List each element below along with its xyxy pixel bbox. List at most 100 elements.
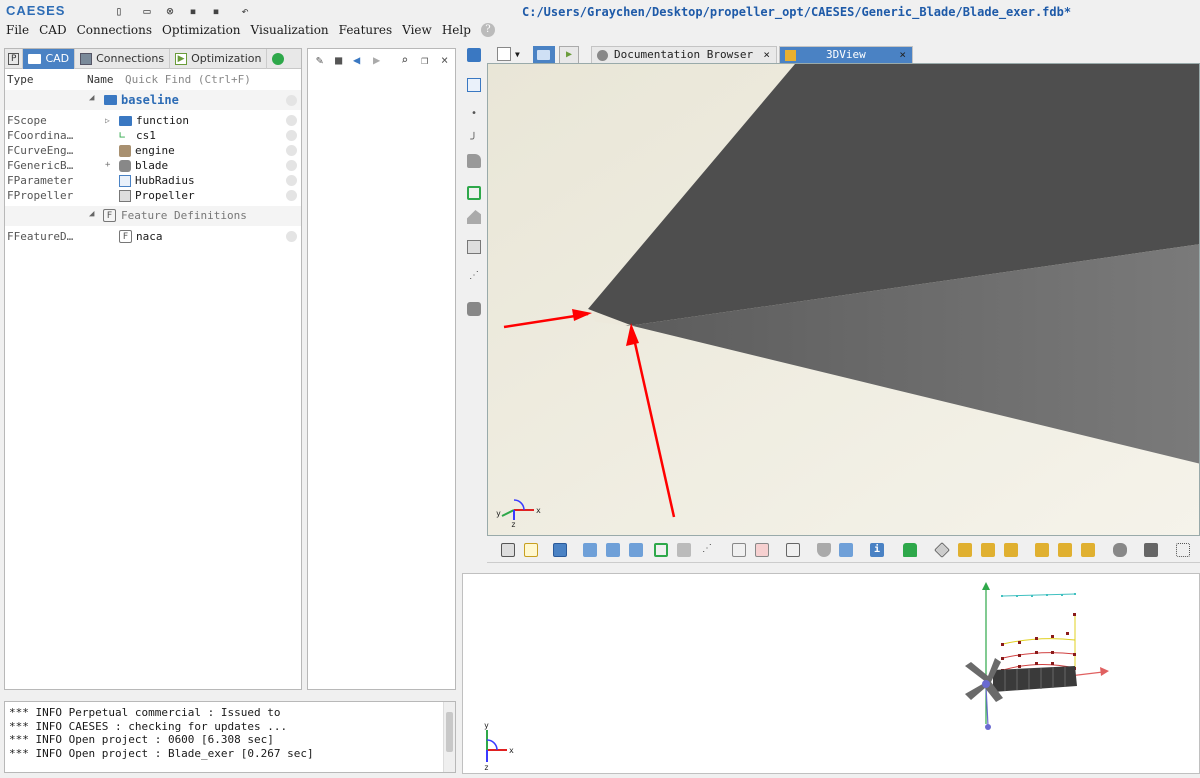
fit-icon[interactable] (524, 543, 538, 557)
stop-icon[interactable]: ■ (335, 53, 342, 67)
select-icon[interactable] (553, 543, 567, 557)
tree-row[interactable]: FCurveEng… engine (5, 143, 301, 158)
menu-help[interactable]: Help (442, 23, 471, 41)
help-icon[interactable] (286, 160, 297, 171)
chevron-down-icon[interactable]: ▼ (515, 50, 520, 59)
point-icon[interactable]: • (467, 108, 481, 122)
curve-icon[interactable]: ╯ (467, 132, 481, 146)
dotted-line-icon[interactable]: ⋰ (467, 270, 481, 284)
expand-arrow-icon[interactable]: ◢ (89, 93, 94, 103)
group-feature-definitions[interactable]: ◢ F Feature Definitions (5, 206, 301, 226)
expand-plus-icon[interactable]: + (105, 158, 110, 173)
target-icon[interactable] (501, 543, 515, 557)
surface-filter-icon[interactable] (629, 543, 643, 557)
quick-find-input[interactable]: Quick Find (Ctrl+F) (125, 73, 251, 86)
group-baseline[interactable]: ◢ baseline (5, 90, 301, 110)
tab-connections[interactable]: Connections (75, 48, 171, 69)
mesh-icon[interactable] (467, 240, 481, 254)
tab-3dview[interactable]: 3DView × (779, 46, 913, 64)
orbit-icon[interactable] (1113, 543, 1127, 557)
layout-icon[interactable] (497, 47, 511, 61)
save-as-icon[interactable]: ▪ (209, 4, 223, 18)
copy-icon[interactable]: ❐ (421, 53, 428, 67)
tab-documentation-browser[interactable]: Documentation Browser × (591, 46, 777, 64)
close-icon[interactable]: × (899, 47, 906, 63)
name-column-header[interactable]: Name (87, 73, 114, 86)
shape-icon[interactable] (467, 186, 481, 200)
overview-scene[interactable]: x y z (463, 574, 1200, 775)
menu-features[interactable]: Features (339, 23, 392, 41)
forward-icon[interactable]: ▶ (373, 53, 380, 67)
menu-optimization[interactable]: Optimization (162, 23, 241, 41)
tree-row[interactable]: FScope ▷ function (5, 113, 301, 128)
dotted-filter-icon[interactable]: ⋰ (700, 543, 714, 557)
help-icon[interactable] (286, 130, 297, 141)
tree-row[interactable]: FFeatureD… Fnaca (5, 229, 301, 244)
menu-visualization[interactable]: Visualization (251, 23, 329, 41)
info-icon[interactable]: i (870, 543, 884, 557)
run-button[interactable]: ▶ (559, 46, 579, 64)
close-icon[interactable]: × (441, 53, 448, 67)
type-column-header[interactable]: Type (7, 73, 34, 86)
cad-view-button[interactable] (533, 46, 555, 64)
help-icon[interactable]: ? (480, 23, 495, 37)
console-output[interactable]: *** INFO Perpetual commercial : Issued t… (4, 701, 456, 773)
undo-icon[interactable]: ↶ (238, 4, 252, 18)
shield-icon[interactable] (817, 543, 831, 557)
view-neg-z-icon[interactable] (1081, 543, 1095, 557)
camera-icon[interactable] (1144, 543, 1158, 557)
coordinate-system-icon[interactable] (839, 543, 853, 557)
close-project-icon[interactable]: ⊗ (163, 4, 177, 18)
point-filter-icon[interactable] (583, 543, 597, 557)
close-icon[interactable]: × (763, 47, 770, 63)
menu-view[interactable]: View (402, 23, 432, 41)
tree-row[interactable]: FGenericB… + blade (5, 158, 301, 173)
grid-layout-icon[interactable] (786, 543, 800, 557)
menu-file[interactable]: File (6, 23, 29, 41)
3d-viewport[interactable]: x y z (487, 63, 1200, 536)
parameter-icon[interactable] (467, 78, 481, 92)
back-icon[interactable]: ◀ (353, 53, 360, 67)
menu-connections[interactable]: Connections (77, 23, 152, 41)
view-x-icon[interactable] (958, 543, 972, 557)
shape-filter-icon[interactable] (654, 543, 668, 557)
console-scrollbar[interactable] (443, 702, 455, 772)
help-icon[interactable] (286, 175, 297, 186)
tree-row[interactable]: FParameter HubRadius (5, 173, 301, 188)
feature-run-icon[interactable] (467, 302, 481, 316)
help-icon[interactable] (286, 145, 297, 156)
save-icon[interactable]: ▪ (186, 4, 200, 18)
tree-row[interactable]: FPropeller Propeller (5, 188, 301, 203)
view-neg-x-icon[interactable] (1035, 543, 1049, 557)
view-z-icon[interactable] (1004, 543, 1018, 557)
view-y-icon[interactable] (981, 543, 995, 557)
expand-arrow-icon[interactable]: ◢ (89, 209, 94, 219)
solid-icon[interactable] (467, 210, 481, 224)
expand-arrow-icon[interactable]: ▷ (105, 113, 110, 128)
solid-filter-icon[interactable] (677, 543, 691, 557)
3d-scene[interactable]: x y z (488, 64, 1200, 536)
curve-filter-icon[interactable] (606, 543, 620, 557)
lock-icon[interactable] (903, 543, 917, 557)
tab-optimization[interactable]: ▶ Optimization (170, 48, 268, 69)
layout-icon[interactable]: ▯ (112, 4, 126, 18)
cube-icon[interactable] (934, 542, 950, 558)
clip-icon[interactable] (755, 543, 769, 557)
pin-icon[interactable]: ✎ (316, 53, 323, 67)
help-icon[interactable] (286, 95, 297, 106)
view-neg-y-icon[interactable] (1058, 543, 1072, 557)
folder-icon[interactable] (467, 48, 481, 62)
section-icon[interactable] (732, 543, 746, 557)
tree-row[interactable]: FCoordina… ∟ cs1 (5, 128, 301, 143)
menu-cad[interactable]: CAD (39, 23, 66, 41)
grid-icon[interactable] (1176, 543, 1190, 557)
search-icon[interactable]: ⌕ (401, 53, 408, 67)
overview-viewport[interactable]: x y z (462, 573, 1200, 774)
help-icon[interactable] (286, 115, 297, 126)
tab-cad[interactable]: CAD (23, 48, 76, 69)
help-icon[interactable] (286, 190, 297, 201)
surface-icon[interactable] (467, 154, 481, 168)
new-project-icon[interactable]: ▭ (140, 4, 154, 18)
tab-p[interactable]: P (5, 48, 24, 69)
help-icon[interactable] (286, 231, 297, 242)
